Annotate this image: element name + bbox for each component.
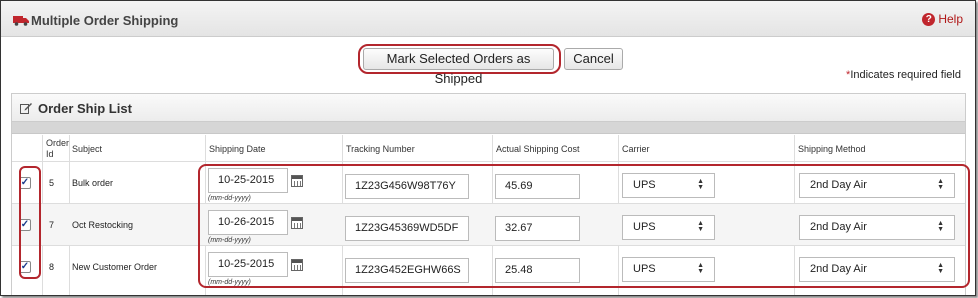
col-actual-shipping-cost: Actual Shipping Cost <box>496 144 580 154</box>
col-shipping-date: Shipping Date <box>209 144 266 154</box>
page-title: Multiple Order Shipping <box>31 13 179 28</box>
mark-shipped-button[interactable]: Mark Selected Orders as Shipped <box>363 48 554 86</box>
col-carrier: Carrier <box>622 144 650 154</box>
order-subject: Bulk order <box>72 178 114 188</box>
input-fields-highlight <box>198 164 970 288</box>
col-order-id: Order Id <box>46 138 70 159</box>
edit-icon <box>20 103 32 114</box>
checkbox-column-highlight <box>19 166 41 279</box>
multiple-order-shipping-window: Multiple Order Shipping ? Help Mark Sele… <box>0 0 976 296</box>
required-note: *Indicates required field <box>846 69 961 81</box>
table-header: Order Id Subject Shipping Date Tracking … <box>12 135 965 161</box>
col-tracking-number: Tracking Number <box>346 144 415 154</box>
panel-toolbar-strip <box>12 122 965 134</box>
help-icon: ? <box>922 12 936 26</box>
title-bar: Multiple Order Shipping ? Help <box>1 1 975 37</box>
order-id: 8 <box>49 262 55 272</box>
panel-title: Order Ship List <box>38 101 132 116</box>
required-note-text: Indicates required field <box>850 69 961 81</box>
col-shipping-method: Shipping Method <box>798 144 866 154</box>
help-link[interactable]: ? Help <box>922 12 963 26</box>
truck-icon <box>13 16 29 26</box>
order-id: 7 <box>49 220 55 230</box>
order-subject: Oct Restocking <box>72 220 134 230</box>
col-subject: Subject <box>72 144 103 154</box>
cancel-button[interactable]: Cancel <box>564 48 623 70</box>
help-label: Help <box>938 12 963 26</box>
order-subject: New Customer Order <box>72 262 158 272</box>
order-id: 5 <box>49 178 55 188</box>
panel-header: Order Ship List <box>12 94 965 122</box>
